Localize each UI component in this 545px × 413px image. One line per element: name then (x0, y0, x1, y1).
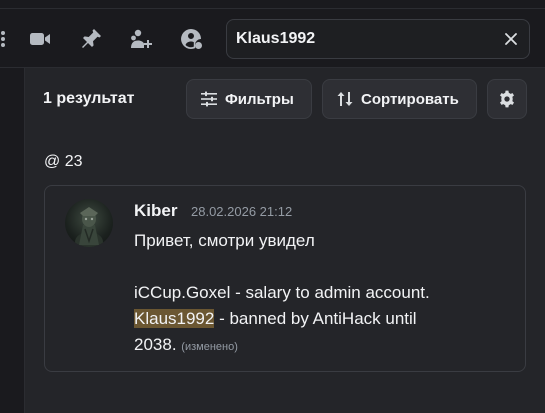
edited-marker: (изменено) (181, 341, 238, 353)
message-line: iCCup.Goxel - salary to admin account. (134, 283, 430, 302)
filters-icon (201, 91, 217, 107)
header-top-divider (0, 8, 545, 9)
add-member-icon[interactable] (128, 26, 154, 52)
search-input-value[interactable]: Klaus1992 (236, 30, 315, 48)
pin-icon[interactable] (78, 26, 104, 52)
search-box[interactable]: Klaus1992 (226, 19, 530, 59)
close-icon[interactable] (501, 29, 521, 49)
channel-header: Klaus1992 (0, 0, 545, 68)
message-line-end: 2038. (134, 335, 177, 354)
message-line: Привет, смотри увидел (134, 231, 315, 250)
message-content: Привет, смотри увидел iCCup.Goxel - sala… (134, 228, 514, 360)
message-line: Klaus1992 - banned by AntiHack until (134, 306, 514, 332)
search-result-message[interactable]: Kiber 28.02.2026 21:12 Привет, смотри ув… (44, 185, 526, 372)
threads-icon[interactable] (0, 26, 14, 52)
search-match-highlight: Klaus1992 (134, 309, 215, 328)
member-list-icon[interactable] (178, 26, 204, 52)
video-camera-icon[interactable] (27, 26, 53, 52)
sort-button[interactable]: Сортировать (322, 79, 477, 119)
search-results-panel: 1 результат Фильтры Сортировать @ 23 Kib… (24, 68, 545, 413)
app-root: Klaus1992 1 результат Фильтры Сортироват… (0, 0, 545, 413)
message-author[interactable]: Kiber (134, 201, 177, 221)
avatar[interactable] (65, 199, 113, 247)
filters-button[interactable]: Фильтры (186, 79, 312, 119)
filters-label: Фильтры (225, 90, 294, 108)
sort-label: Сортировать (361, 90, 459, 108)
message-timestamp: 28.02.2026 21:12 (191, 204, 293, 219)
results-count: 1 результат (43, 90, 135, 107)
message-line-rest: - banned by AntiHack until (214, 309, 417, 328)
search-settings-button[interactable] (487, 79, 527, 119)
sort-icon (337, 92, 353, 106)
message-line: 2038. (изменено) (134, 332, 514, 360)
result-channel-label[interactable]: @ 23 (44, 153, 82, 171)
settings-gear-icon (500, 90, 514, 108)
